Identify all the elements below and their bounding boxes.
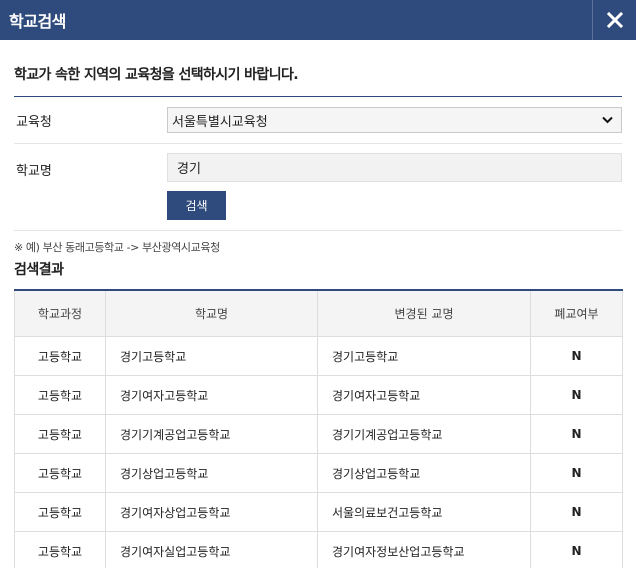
cell-new-name: 경기기계공업고등학교 <box>317 414 531 454</box>
school-name-label: 학교명 <box>16 164 52 179</box>
cell-new-name: 경기고등학교 <box>317 336 531 376</box>
cell-new-name: 서울의료보건고등학교 <box>317 492 531 532</box>
cell-closed: N <box>530 414 623 454</box>
cell-course: 고등학교 <box>14 375 106 415</box>
search-button[interactable]: 검색 <box>167 191 226 220</box>
office-select-value: 서울특별시교육청 <box>172 114 268 130</box>
cell-course: 고등학교 <box>14 531 106 568</box>
cell-course: 고등학교 <box>14 336 106 376</box>
cell-school-name[interactable]: 경기고등학교 <box>105 336 318 376</box>
cell-school-name[interactable]: 경기여자상업고등학교 <box>105 492 318 532</box>
cell-school-name[interactable]: 경기여자고등학교 <box>105 375 318 415</box>
cell-course: 고등학교 <box>14 414 106 454</box>
results-table: 학교과정 학교명 변경된 교명 폐교여부 고등학교 경기고등학교 경기고등학교 … <box>14 289 623 568</box>
cell-closed: N <box>530 531 623 568</box>
column-header-new-name: 변경된 교명 <box>317 290 531 337</box>
table-row[interactable]: 고등학교 경기고등학교 경기고등학교 N <box>14 336 623 376</box>
table-header-row: 학교과정 학교명 변경된 교명 폐교여부 <box>14 290 623 337</box>
column-header-course: 학교과정 <box>14 290 106 337</box>
school-search-dialog: 학교검색 학교가 속한 지역의 교육청을 선택하시기 바랍니다. 교육청 서울특… <box>0 0 636 568</box>
cell-new-name: 경기상업고등학교 <box>317 453 531 493</box>
dialog-content: 학교가 속한 지역의 교육청을 선택하시기 바랍니다. 교육청 서울특별시교육청… <box>0 64 636 568</box>
cell-course: 고등학교 <box>14 453 106 493</box>
chevron-down-icon <box>602 116 613 124</box>
column-header-closed: 폐교여부 <box>530 290 623 337</box>
dialog-title: 학교검색 <box>9 12 66 31</box>
table-row[interactable]: 고등학교 경기여자실업고등학교 경기여자정보산업고등학교 N <box>14 531 623 568</box>
cell-closed: N <box>530 336 623 376</box>
instruction-text: 학교가 속한 지역의 교육청을 선택하시기 바랍니다. <box>14 64 622 97</box>
example-text: ※ 예) 부산 동래고등학교 -> 부산광역시교육청 <box>14 241 220 254</box>
close-button[interactable] <box>592 0 636 40</box>
table-row[interactable]: 고등학교 경기상업고등학교 경기상업고등학교 N <box>14 453 623 493</box>
table-row[interactable]: 고등학교 경기여자고등학교 경기여자고등학교 N <box>14 375 623 415</box>
cell-course: 고등학교 <box>14 492 106 532</box>
office-select[interactable]: 서울특별시교육청 <box>167 107 622 133</box>
title-bar: 학교검색 <box>0 0 636 40</box>
cell-closed: N <box>530 492 623 532</box>
cell-new-name: 경기여자정보산업고등학교 <box>317 531 531 568</box>
table-row[interactable]: 고등학교 경기여자상업고등학교 서울의료보건고등학교 N <box>14 492 623 532</box>
school-name-field: 검색 <box>167 144 622 220</box>
office-row: 교육청 서울특별시교육청 <box>14 97 622 144</box>
cell-school-name[interactable]: 경기여자실업고등학교 <box>105 531 318 568</box>
column-header-school-name: 학교명 <box>105 290 318 337</box>
school-name-input[interactable] <box>167 153 622 182</box>
school-name-row: 학교명 검색 <box>14 144 622 231</box>
cell-new-name: 경기여자고등학교 <box>317 375 531 415</box>
cell-closed: N <box>530 453 623 493</box>
cell-school-name[interactable]: 경기기계공업고등학교 <box>105 414 318 454</box>
cell-school-name[interactable]: 경기상업고등학교 <box>105 453 318 493</box>
office-label: 교육청 <box>16 114 52 130</box>
office-field: 서울특별시교육청 <box>167 97 622 143</box>
table-row[interactable]: 고등학교 경기기계공업고등학교 경기기계공업고등학교 N <box>14 414 623 454</box>
results-title: 검색결과 <box>14 262 64 278</box>
close-icon <box>606 12 623 28</box>
cell-closed: N <box>530 375 623 415</box>
